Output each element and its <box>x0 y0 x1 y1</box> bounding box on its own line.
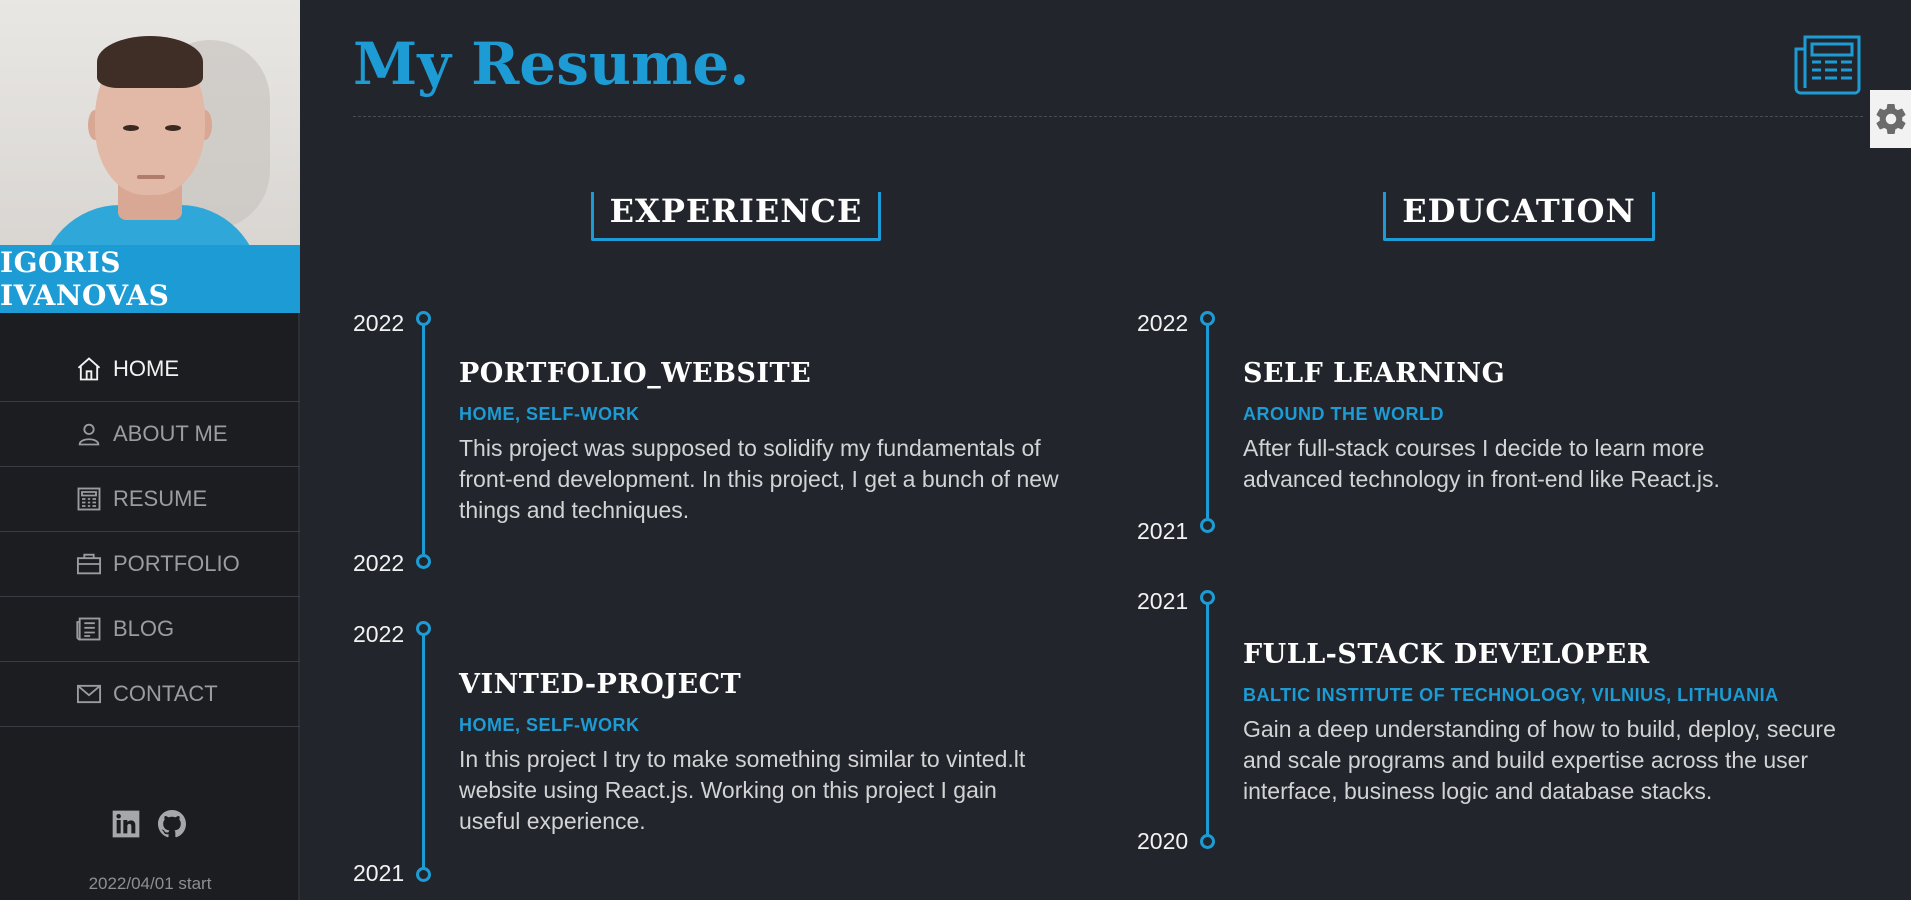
year-start: 2022 <box>353 310 405 336</box>
nav-item-about-me[interactable]: ABOUT ME <box>0 402 300 467</box>
blog-icon <box>75 615 103 643</box>
nav-item-contact[interactable]: CONTACT <box>0 662 300 727</box>
nav-item-label: HOME <box>113 356 179 381</box>
experience-heading-text: EXPERIENCE <box>590 192 882 241</box>
main-content: My Resume. EXPERIENCE 2022 2022 PORTFOLI… <box>301 0 1911 900</box>
timeline-line <box>1206 324 1209 518</box>
entry-title: SELF LEARNING <box>1243 358 1506 389</box>
year-end: 2021 <box>1137 518 1189 544</box>
mail-icon <box>75 680 103 708</box>
year-start: 2022 <box>1137 310 1189 336</box>
main-nav: HOME ABOUT ME RESUME PORTFOLIO BLOG CONT… <box>0 337 300 727</box>
entry-title: FULL-STACK DEVELOPER <box>1243 639 1650 670</box>
timeline-dot <box>1200 518 1215 533</box>
entry-title: PORTFOLIO_WEBSITE <box>459 358 812 389</box>
timeline-dot <box>1200 834 1215 849</box>
year-end: 2020 <box>1137 828 1189 854</box>
entry-description: After full-stack courses I decide to lea… <box>1243 435 1720 492</box>
github-icon[interactable] <box>156 808 188 840</box>
newspaper-icon <box>1793 33 1863 95</box>
nav-item-label: BLOG <box>113 616 175 641</box>
title-divider <box>353 116 1863 117</box>
nav-item-label: ABOUT ME <box>113 421 228 446</box>
settings-toggle-button[interactable] <box>1870 90 1911 148</box>
profile-name-band: IGORIS IVANOVAS <box>0 245 300 313</box>
nav-item-label: CONTACT <box>113 681 218 706</box>
entry-title: VINTED-PROJECT <box>459 669 742 700</box>
briefcase-icon <box>75 550 103 578</box>
gear-icon <box>1876 104 1905 134</box>
profile-photo <box>0 0 300 245</box>
timeline-line <box>422 634 425 877</box>
social-links <box>110 808 188 840</box>
sidebar: IGORIS IVANOVAS HOME ABOUT ME RESUME POR… <box>0 0 300 900</box>
entry-subtitle: HOME, SELF-WORK <box>459 404 640 424</box>
year-end: 2022 <box>353 550 405 576</box>
nav-item-resume[interactable]: RESUME <box>0 467 300 532</box>
entry-subtitle: HOME, SELF-WORK <box>459 715 640 735</box>
nav-item-blog[interactable]: BLOG <box>0 597 300 662</box>
entry-subtitle: BALTIC INSTITUTE OF TECHNOLOGY, VILNIUS,… <box>1243 685 1779 705</box>
nav-item-home[interactable]: HOME <box>0 337 300 402</box>
year-start: 2021 <box>1137 588 1189 614</box>
entry-description: In this project I try to make something … <box>459 746 1026 834</box>
entry-description: This project was supposed to solidify my… <box>459 435 1059 523</box>
profile-name: IGORIS IVANOVAS <box>0 246 170 312</box>
resume-icon <box>75 485 103 513</box>
start-date-text: 2022/04/01 start <box>88 874 212 893</box>
timeline-dot <box>416 554 431 569</box>
year-start: 2022 <box>353 621 405 647</box>
experience-heading: EXPERIENCE <box>586 192 886 241</box>
linkedin-icon[interactable] <box>110 808 142 840</box>
home-icon <box>75 355 103 383</box>
page-title: My Resume. <box>353 30 750 98</box>
timeline-line <box>422 324 425 554</box>
nav-item-label: PORTFOLIO <box>113 551 240 576</box>
entry-description: Gain a deep understanding of how to buil… <box>1243 716 1836 804</box>
education-heading-text: EDUCATION <box>1383 192 1655 241</box>
nav-item-portfolio[interactable]: PORTFOLIO <box>0 532 300 597</box>
timeline-line <box>1206 603 1209 844</box>
entry-subtitle: AROUND THE WORLD <box>1243 404 1444 424</box>
user-icon <box>75 420 103 448</box>
year-end: 2021 <box>353 860 405 886</box>
education-heading: EDUCATION <box>1369 192 1669 241</box>
timeline-dot <box>416 867 431 882</box>
nav-item-label: RESUME <box>113 486 208 511</box>
